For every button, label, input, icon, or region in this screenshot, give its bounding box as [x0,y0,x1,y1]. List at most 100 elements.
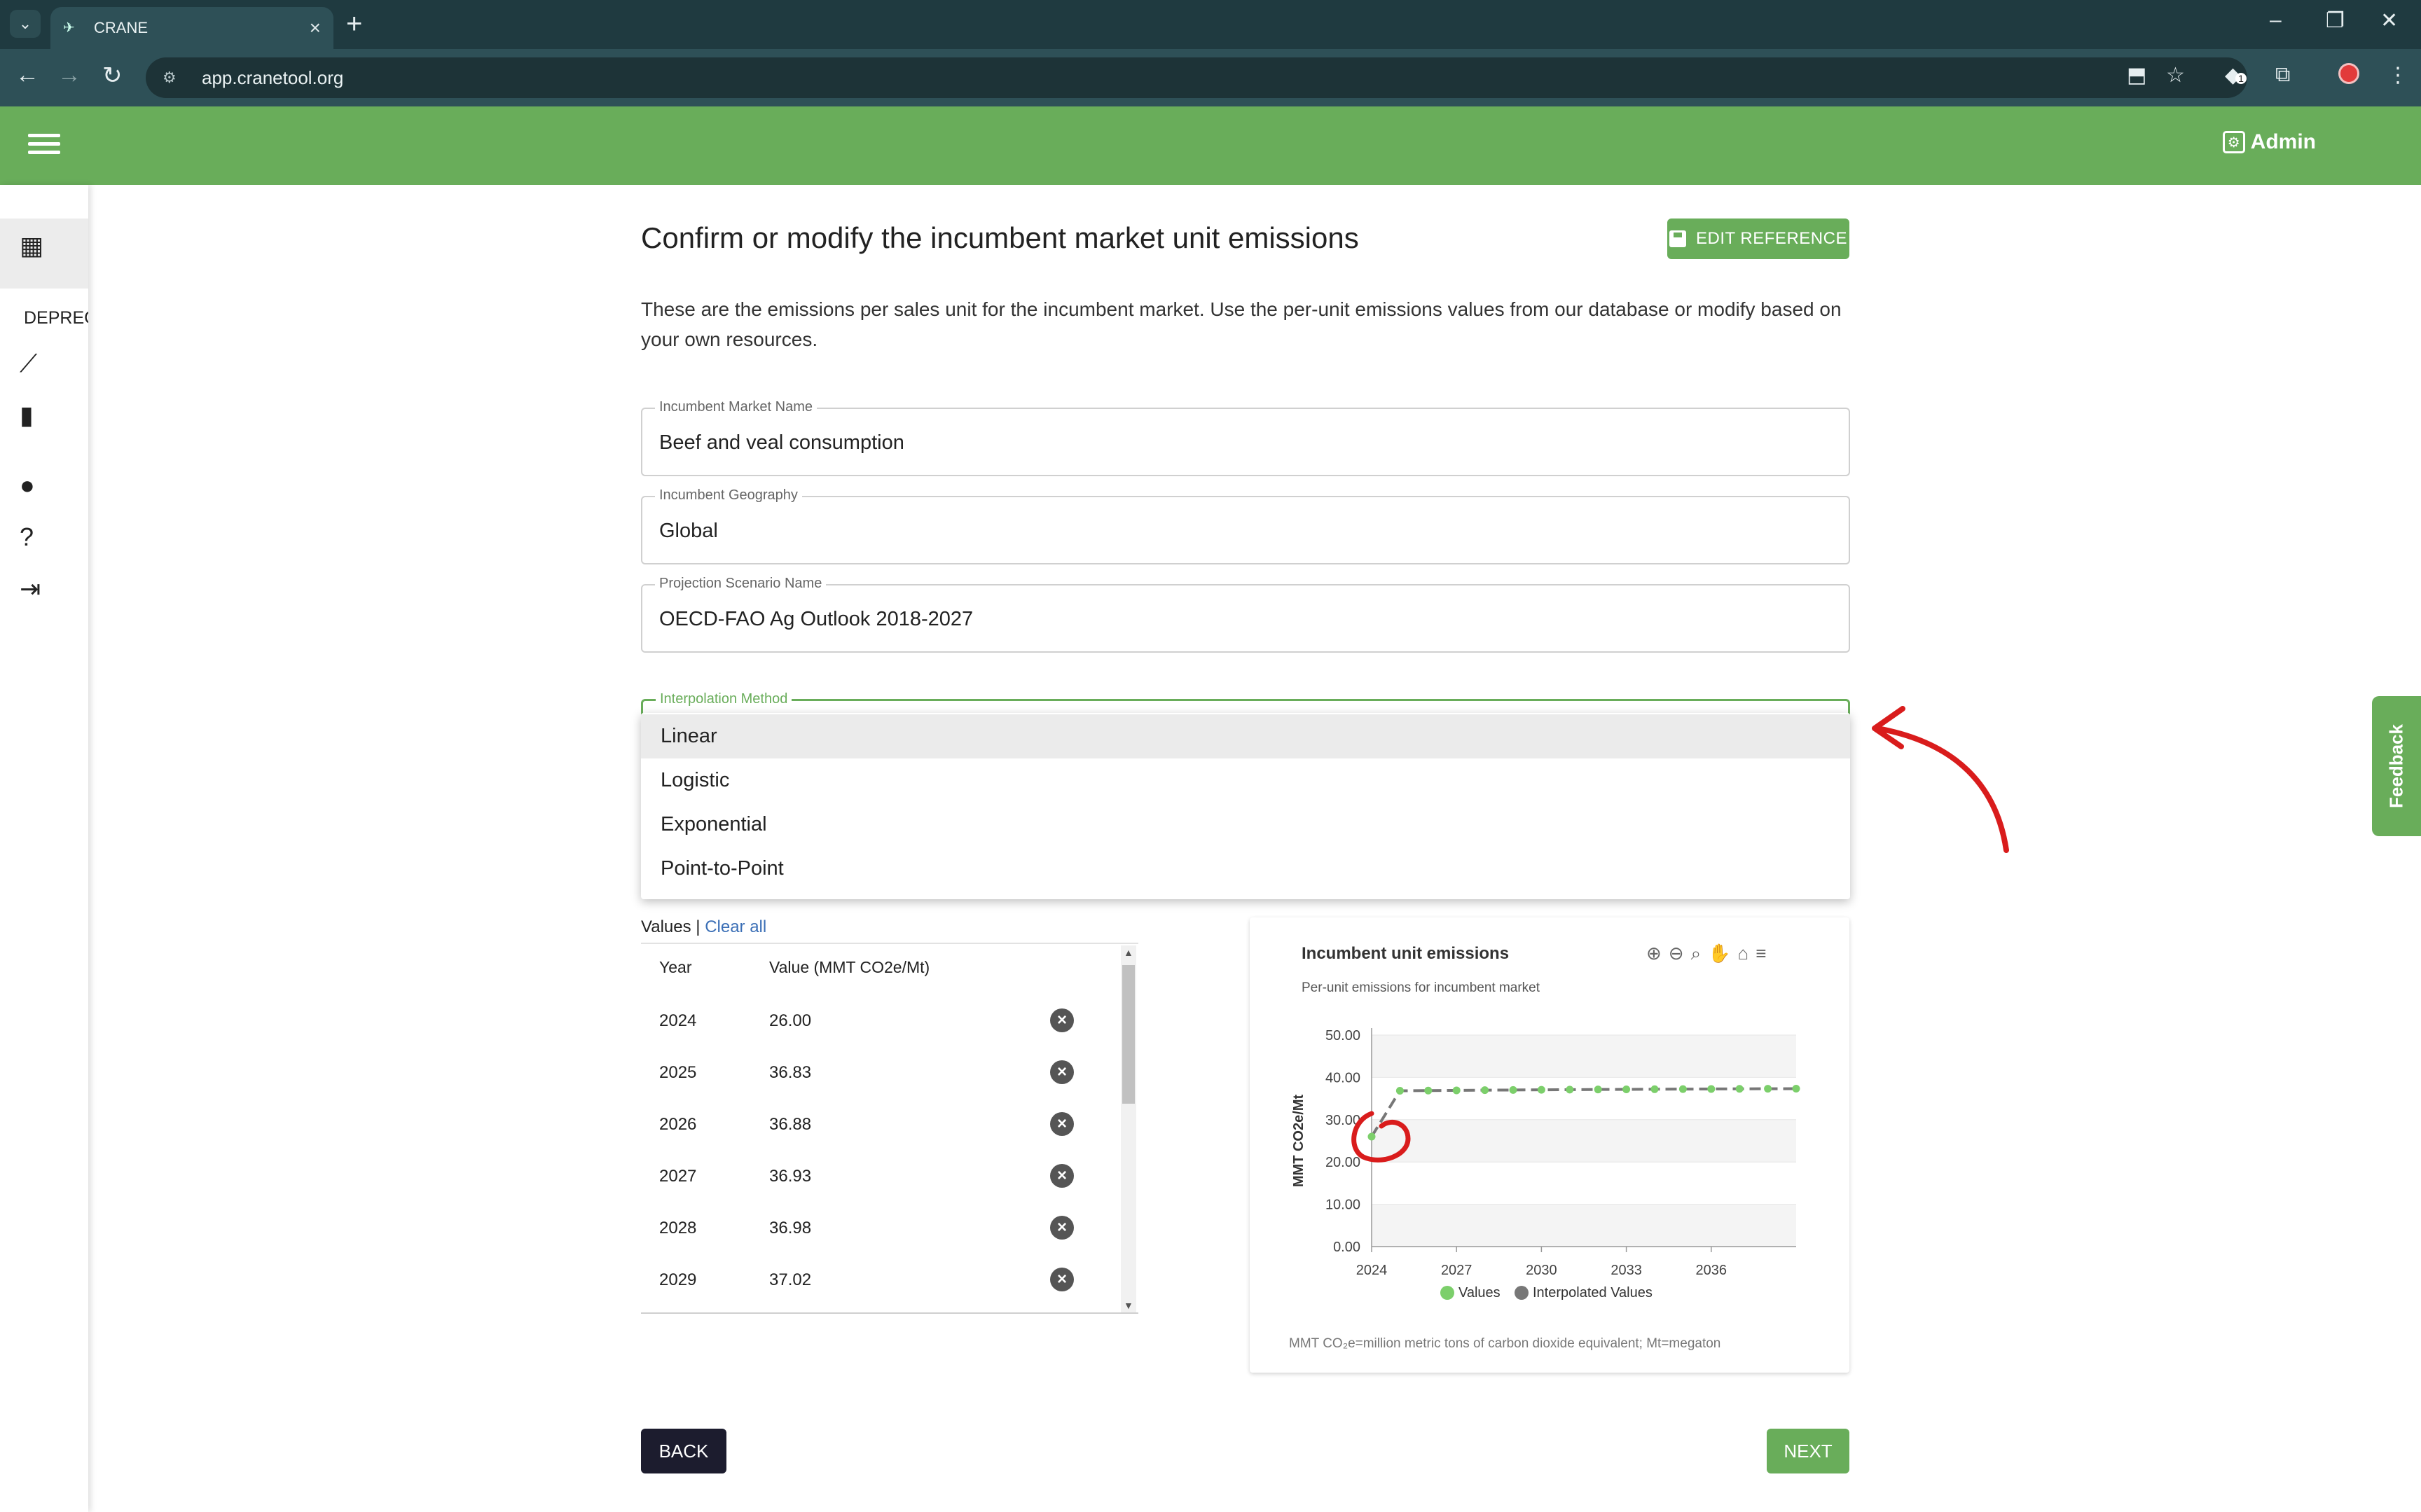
table-row: 2025 36.83 × [641,1046,1124,1098]
legend-label-interpolated: Interpolated Values [1533,1285,1653,1301]
extension-badge-icon[interactable]: ◆1 [2225,63,2247,88]
bookmark-star-icon[interactable]: ☆ [2166,63,2185,88]
chart-footnote: MMT CO₂e=million metric tons of carbon d… [1289,1336,1721,1351]
market-name-value: Beef and veal consumption [659,431,904,454]
data-point-values [1424,1086,1433,1095]
annotation-arrow-head [1872,706,1905,749]
x-tick-label: 2024 [1356,1263,1388,1278]
forward-arrow-icon[interactable]: → [57,62,81,89]
bar-chart-icon[interactable]: ▮ [20,401,34,430]
option-linear[interactable]: Linear [641,714,1850,758]
row-value[interactable]: 36.83 [769,1063,811,1083]
values-table: Year Value (MMT CO2e/Mt) 2024 26.00 × 20… [641,943,1138,1314]
market-name-field[interactable]: Incumbent Market Name Beef and veal cons… [641,399,1850,476]
save-disk-icon [1669,230,1687,247]
back-arrow-icon[interactable]: ← [15,62,39,89]
row-value[interactable]: 36.93 [769,1167,811,1186]
data-point-values [1764,1085,1772,1093]
sidebar: ▦ DEPRECA ⟋ ▮ ● ? ⇥ [0,185,88,1512]
data-point-values [1566,1086,1574,1094]
trend-line-icon[interactable]: ⟋ [20,349,37,379]
sidebar-section-label: DEPRECA [24,308,88,328]
tab-close-icon[interactable]: × [310,17,321,39]
grid-band [1372,1035,1796,1078]
extensions-puzzle-icon[interactable]: ⧉ [2275,63,2290,87]
reload-icon[interactable]: ↻ [102,62,123,90]
browser-tab-bar: ⌄ ✈ CRANE × + – ❐ ✕ [0,0,2421,49]
geography-field[interactable]: Incumbent Geography Global [641,487,1850,564]
browser-menu-icon[interactable]: ⋮ [2387,63,2408,88]
admin-gear-icon: ⚙ [2222,131,2245,153]
app-header: ⚙ Admin [0,106,2421,185]
feedback-label: Feedback [2385,724,2407,808]
table-icon[interactable]: ▦ [20,231,43,261]
next-button[interactable]: NEXT [1767,1429,1849,1473]
feedback-tab[interactable]: Feedback [2372,696,2421,836]
row-value[interactable]: 37.02 [769,1270,811,1290]
scenario-label: Projection Scenario Name [655,576,827,592]
row-year: 2025 [659,1063,697,1082]
interpolation-method-label: Interpolation Method [656,691,792,707]
back-button[interactable]: BACK [641,1429,726,1473]
close-window-icon[interactable]: ✕ [2380,8,2398,33]
delete-row-icon[interactable]: × [1050,1216,1074,1240]
crane-favicon-icon: ✈ [63,20,75,36]
row-year: 2027 [659,1167,697,1186]
row-value[interactable]: 36.88 [769,1115,811,1135]
data-point-values [1735,1085,1744,1093]
clear-all-link[interactable]: Clear all [705,917,766,936]
data-point-values [1650,1085,1659,1093]
admin-link[interactable]: ⚙ Admin [2222,130,2316,154]
scroll-up-arrow-icon[interactable]: ▲ [1124,947,1133,958]
minimize-window-icon[interactable]: – [2270,8,2282,32]
logout-icon[interactable]: ⇥ [20,574,41,604]
delete-row-icon[interactable]: × [1050,1164,1074,1188]
delete-row-icon[interactable]: × [1050,1112,1074,1136]
grid-band [1372,1204,1796,1247]
edit-reference-button[interactable]: EDIT REFERENCE [1667,219,1849,259]
y-tick-label: 40.00 [1325,1070,1360,1086]
y-tick-label: 30.00 [1325,1113,1360,1128]
x-tick-label: 2027 [1441,1263,1472,1278]
data-point-values [1509,1086,1517,1094]
option-point-to-point[interactable]: Point-to-Point [641,847,1850,891]
install-app-icon[interactable]: ⬒ [2127,63,2146,88]
option-logistic[interactable]: Logistic [641,758,1850,803]
data-point-values [1481,1086,1489,1095]
row-value[interactable]: 36.98 [769,1219,811,1238]
scroll-down-arrow-icon[interactable]: ▼ [1124,1300,1133,1311]
help-circle-icon[interactable]: ? [20,522,34,552]
geography-label: Incumbent Geography [655,487,802,504]
data-point-values [1367,1132,1376,1141]
address-bar[interactable]: ⚙ app.cranetool.org [146,57,2247,98]
data-point-values [1678,1085,1687,1093]
scrollbar-thumb[interactable] [1122,965,1135,1104]
row-year: 2028 [659,1219,697,1237]
legend-label-values: Values [1458,1285,1501,1301]
browser-tab[interactable]: ✈ CRANE × [50,7,333,49]
page-title: Confirm or modify the incumbent market u… [641,221,1359,254]
hamburger-menu-icon[interactable] [28,129,60,161]
values-table-scrollbar[interactable]: ▲ ▼ [1121,945,1136,1312]
profile-avatar-icon[interactable] [2338,63,2359,90]
row-year: 2024 [659,1011,697,1030]
delete-row-icon[interactable]: × [1050,1060,1074,1084]
restore-window-icon[interactable]: ❐ [2326,8,2345,33]
y-tick-label: 50.00 [1325,1028,1360,1043]
delete-row-icon[interactable]: × [1050,1268,1074,1291]
new-tab-plus-icon[interactable]: + [346,8,362,40]
table-row: 2024 26.00 × [641,994,1124,1046]
option-exponential[interactable]: Exponential [641,803,1850,847]
delete-row-icon[interactable]: × [1050,1008,1074,1032]
person-icon[interactable]: ● [20,471,35,500]
scenario-field[interactable]: Projection Scenario Name OECD-FAO Ag Out… [641,576,1850,653]
table-row: 2026 36.88 × [641,1098,1124,1150]
row-year: 2029 [659,1270,697,1289]
extension-badge-count: 1 [2235,73,2247,84]
data-point-values [1622,1085,1631,1093]
site-info-icon[interactable]: ⚙ [163,69,188,87]
tab-search-chevron-icon[interactable]: ⌄ [10,10,41,38]
edit-reference-label: EDIT REFERENCE [1696,229,1847,248]
y-axis-label: MMT CO2e/Mt [1291,1095,1306,1188]
row-value[interactable]: 26.00 [769,1011,811,1031]
